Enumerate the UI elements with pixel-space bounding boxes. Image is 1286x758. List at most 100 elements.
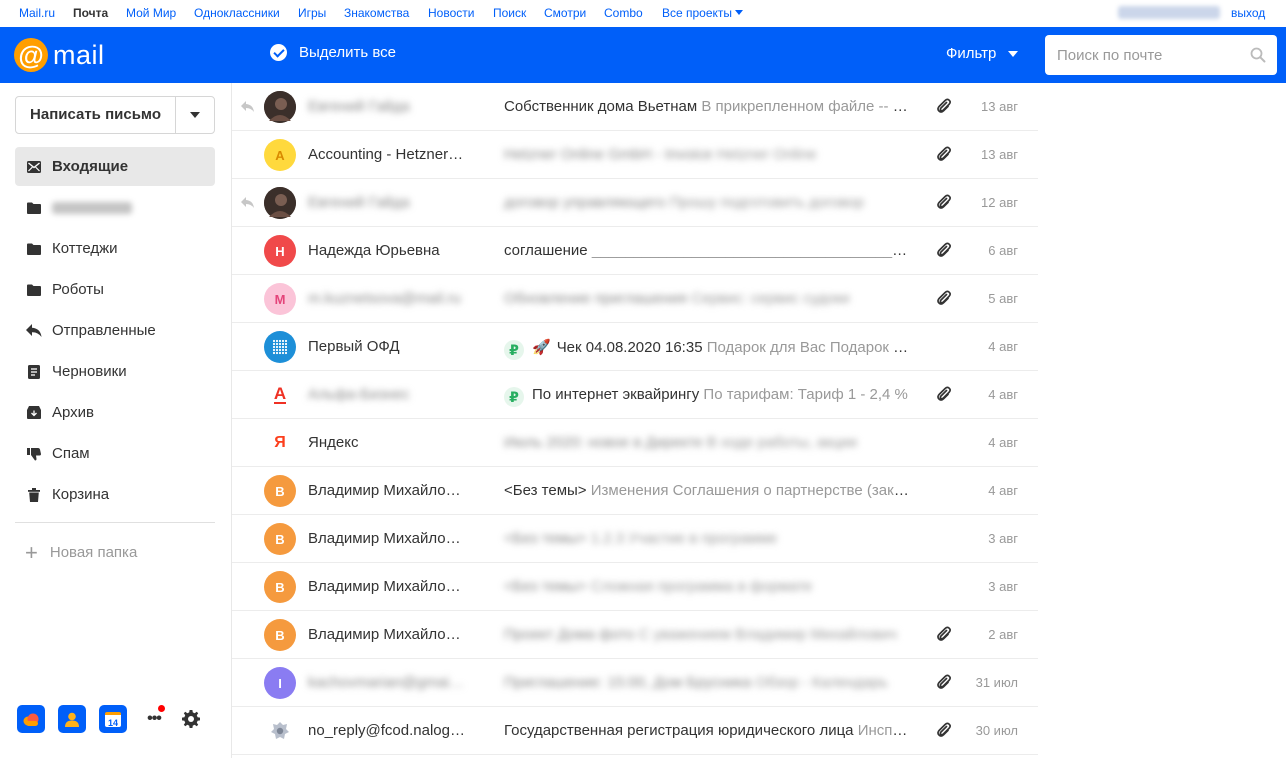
portal-link-combo[interactable]: Combo [604,6,643,20]
search-icon[interactable] [1250,47,1266,63]
compose-dropdown-button[interactable] [176,97,214,133]
attachment-icon[interactable] [936,674,952,690]
folder-icon [26,241,42,257]
plus-icon: + [25,539,38,565]
new-folder-label: Новая папка [49,544,138,561]
folder-icon [26,282,42,298]
message-subject-line: Проект Дома фото С уважением Владимир Ми… [504,626,914,643]
message-row[interactable]: Евгений Гайда Собственник дома Вьетнам В … [232,83,1038,131]
compose-button[interactable]: Написать письмо [16,97,176,133]
avatar-letter: Н [275,243,285,259]
message-subject: По интернет эквайрингу [532,386,700,403]
portal-link-znakomstva[interactable]: Знакомства [344,6,409,20]
gear-icon[interactable] [180,708,202,730]
portal-link-smotri[interactable]: Смотри [544,6,586,20]
message-subject-line: Приглашение: 15:00, Дом Брусника Обзор -… [504,674,914,691]
sidebar-item-kottedzhi[interactable]: Коттеджи [15,229,215,268]
message-snippet: ________________________________________… [591,242,914,259]
avatar [264,91,296,123]
message-subject-line: Собственник дома Вьетнам В прикрепленном… [504,98,914,115]
message-date: 3 авг [988,531,1018,546]
avatar: A [264,139,296,171]
portal-link-pochta[interactable]: Почта [73,6,108,20]
message-row[interactable]: Я Яндекс Июль 2020: новое в Директе В ходе… [232,419,1038,467]
message-row[interactable]: В Владимир Михайлович <Без темы> Изменения… [232,467,1038,515]
message-row[interactable]: В Владимир Михайлович <Без темы> Сложная п… [232,563,1038,611]
sidebar-item-roboty[interactable]: Роботы [15,270,215,309]
message-subject-line: <Без темы> Сложная программа в формате [504,578,914,595]
calendar-app-icon[interactable]: 14 [99,705,127,733]
attachment-icon[interactable] [936,194,952,210]
attachment-icon[interactable] [936,146,952,162]
filter-button[interactable]: Фильтр [946,45,1019,62]
portal-link-moy-mir[interactable]: Мой Мир [126,6,176,20]
message-sender: Евгений Гайда [308,98,410,115]
avatar: Н [264,235,296,267]
sidebar-item-label: Входящие [52,158,129,175]
message-row[interactable]: А Альфа-Бизнес ₽ По интернет эквайрингу По … [232,371,1038,419]
select-all-button[interactable]: Выделить все [270,44,396,61]
message-snippet: В ходе работы, акции [706,434,858,451]
attachment-icon[interactable] [936,290,952,306]
message-subject: Июль 2020: новое в Директе [504,434,703,451]
user-email-blurred[interactable] [1118,6,1220,19]
message-row[interactable]: Н Надежда Юрьевна соглашение _____________… [232,227,1038,275]
attachment-icon[interactable] [936,242,952,258]
message-row[interactable]: В Владимир Михайлович <Без темы> 1.2.3 Уча… [232,515,1038,563]
search-input[interactable] [1045,35,1245,75]
message-date: 4 авг [988,435,1018,450]
more-apps-button[interactable]: ••• [140,705,168,733]
attachment-icon[interactable] [936,386,952,402]
message-subject: Государственная регистрация юридического… [504,722,854,739]
portal-link-all-projects[interactable]: Все проекты [662,6,744,20]
message-subject-line: Hetzner Online GmbH - Invoice Hetzner On… [504,146,914,163]
sidebar-item-folder-blurred[interactable] [15,188,215,227]
folder-list: Входящие Коттеджи Роботы Отправленные Че… [15,147,215,516]
sidebar-item-sent[interactable]: Отправленные [15,311,215,350]
message-subject-line: соглашение _____________________________… [504,242,914,259]
mail-logo[interactable]: @ mail [14,37,105,73]
contacts-app-icon[interactable] [58,705,86,733]
portal-link-igry[interactable]: Игры [298,6,326,20]
portal-link-poisk[interactable]: Поиск [493,6,526,20]
sidebar-item-label: Роботы [52,281,104,298]
message-row[interactable]: Первый ОФД ₽ 🚀 Чек 04.08.2020 16:35 Подарок… [232,323,1038,371]
sidebar-item-archive[interactable]: Архив [15,393,215,432]
message-snippet: Инспекция [857,722,914,739]
message-row[interactable]: Ikachovmarian@gmail.com Приглашение: 15:0… [232,659,1038,707]
message-row[interactable]: Евгений Гайда договор управляющего Прошу … [232,179,1038,227]
portal-link-mailru[interactable]: Mail.ru [19,6,55,20]
avatar-letter: В [275,483,285,499]
message-date: 5 авг [988,291,1018,306]
message-sender: Владимир Михайлович [308,482,466,499]
attachment-icon[interactable] [936,626,952,642]
compose-control: Написать письмо [15,96,215,134]
message-sender: Владимир Михайлович [308,578,466,595]
new-folder-button[interactable]: + Новая папка [25,539,138,565]
message-row[interactable]: В Владимир Михайлович Проект Дома фото С у… [232,611,1038,659]
avatar-letter: I [278,675,282,691]
message-subject: <Без темы> [504,530,587,547]
message-row[interactable]: Мm.kuznetsova@mail.ru Обновление приглаше… [232,275,1038,323]
replied-icon [241,196,255,208]
message-date: 4 авг [988,387,1018,402]
portal-link-novosti[interactable]: Новости [428,6,474,20]
message-snippet: 1.2.3 Участие в программе [590,530,778,547]
message-date: 4 авг [988,483,1018,498]
sidebar-item-trash[interactable]: Корзина [15,475,215,514]
logout-link[interactable]: выход [1231,6,1265,20]
message-row[interactable]: no_reply@fcod.nalog.ru Государственная ре… [232,707,1038,755]
sidebar-item-inbox[interactable]: Входящие [15,147,215,186]
cloud-app-icon[interactable] [17,705,45,733]
sidebar-item-label-blurred [52,201,132,214]
attachment-icon[interactable] [936,98,952,114]
message-list: Евгений Гайда Собственник дома Вьетнам В … [232,83,1038,755]
sidebar-item-spam[interactable]: Спам [15,434,215,473]
portal-link-odnoklassniki[interactable]: Одноклассники [194,6,280,20]
sidebar-item-drafts[interactable]: Черновики [15,352,215,391]
search-box [1045,35,1277,75]
message-subject: Чек 04.08.2020 16:35 [556,339,703,356]
message-row[interactable]: A Accounting - Hetzner Online Hetzner Onli… [232,131,1038,179]
attachment-icon[interactable] [936,722,952,738]
message-subject-line: Июль 2020: новое в Директе В ходе работы… [504,434,914,451]
